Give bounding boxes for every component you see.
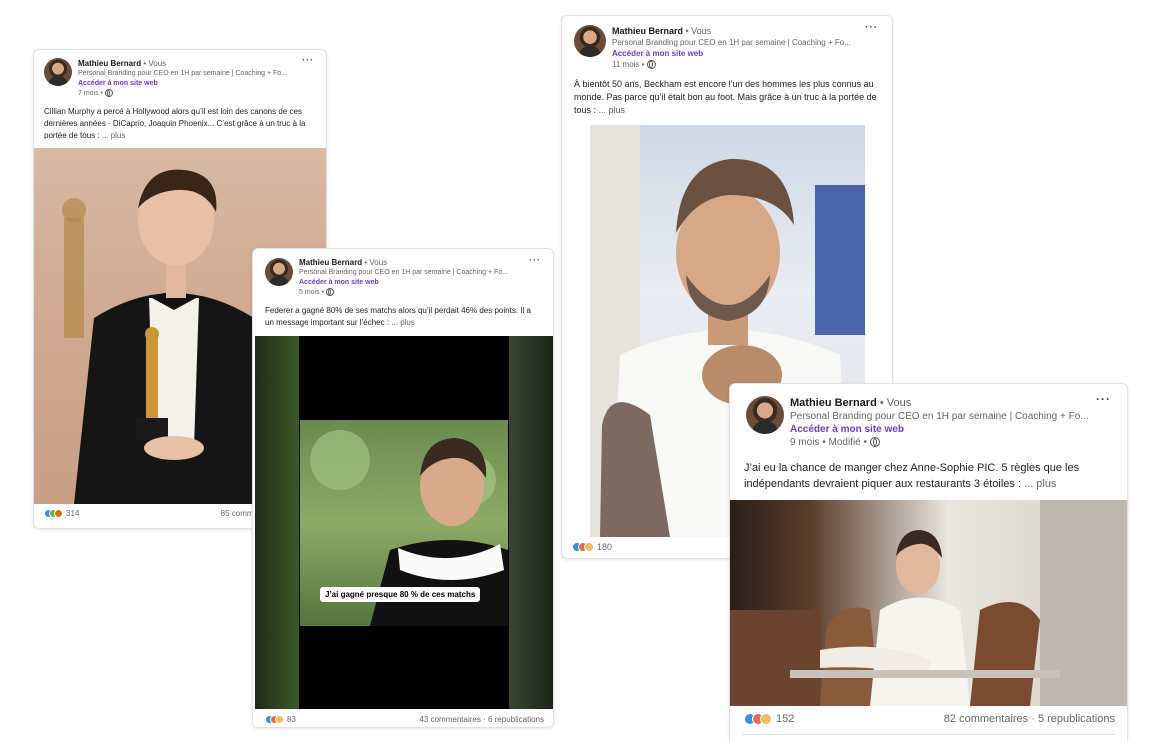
post-text: Federer a gagné 80% de ses matchs alors …: [253, 303, 553, 331]
post-card-pic: Mathieu Bernard • Vous Personal Branding…: [729, 383, 1128, 741]
reactions-icons[interactable]: 180: [572, 542, 612, 552]
more-options-icon[interactable]: ···: [1096, 392, 1111, 406]
footer-divider: [742, 734, 1115, 735]
author-headline: Personal Branding pour CEO en 1H par sem…: [612, 38, 851, 47]
globe-icon: [325, 288, 334, 297]
chef-illustration: [730, 500, 1127, 706]
author-avatar[interactable]: [44, 58, 72, 86]
more-options-icon[interactable]: ···: [865, 22, 878, 33]
globe-icon: [646, 60, 656, 70]
post-card-federer: Mathieu Bernard • Vous Personal Branding…: [252, 248, 554, 728]
post-time: 9 mois • Modifié •: [790, 437, 868, 448]
reaction-count[interactable]: 180: [597, 542, 612, 552]
reaction-count[interactable]: 83: [287, 715, 296, 724]
author-avatar[interactable]: [265, 258, 293, 286]
post-header: Mathieu Bernard • Vous Personal Branding…: [562, 16, 892, 74]
author-name[interactable]: Mathieu Bernard: [790, 397, 877, 409]
insightful-reaction-icon: [275, 715, 284, 724]
author-headline: Personal Branding pour CEO en 1H par sem…: [790, 411, 1089, 422]
see-more-link[interactable]: ... plus: [391, 318, 415, 327]
author-name[interactable]: Mathieu Bernard: [612, 26, 683, 36]
see-more-link[interactable]: ... plus: [599, 105, 626, 115]
post-header: Mathieu Bernard • Vous Personal Branding…: [34, 50, 326, 102]
author-avatar[interactable]: [746, 396, 784, 434]
comments-count[interactable]: 82 commentaires · 5 republications: [944, 713, 1115, 725]
post-text: À bientôt 50 ans, Beckham est encore l’u…: [562, 74, 892, 118]
post-footer: 152 82 commentaires · 5 republications: [730, 706, 1127, 730]
post-video[interactable]: J’ai gagné presque 80 % de ces matchs: [255, 336, 553, 709]
post-time: 7 mois •: [78, 90, 104, 97]
post-header: Mathieu Bernard • Vous Personal Branding…: [253, 249, 553, 303]
reaction-count[interactable]: 314: [66, 509, 79, 518]
website-link[interactable]: Accéder à mon site web: [612, 48, 872, 59]
post-text-body: Cillian Murphy a percé à Hollywood alors…: [44, 107, 306, 140]
see-more-link[interactable]: ... plus: [1024, 478, 1056, 490]
post-header: Mathieu Bernard • Vous Personal Branding…: [730, 384, 1127, 456]
post-image[interactable]: [730, 500, 1127, 706]
insightful-reaction-icon: [584, 542, 594, 552]
you-tag: • Vous: [685, 26, 712, 36]
website-link[interactable]: Accéder à mon site web: [790, 423, 1100, 436]
reactions-icons[interactable]: 314: [44, 509, 79, 518]
see-more-link[interactable]: ... plus: [102, 131, 126, 140]
post-time: 11 mois •: [612, 60, 645, 69]
author-headline: Personal Branding pour CEO en 1H par sem…: [78, 70, 288, 77]
post-time: 5 mois •: [299, 289, 325, 296]
author-headline: Personal Branding pour CEO en 1H par sem…: [299, 269, 509, 276]
post-text: Cillian Murphy a percé à Hollywood alors…: [34, 102, 326, 142]
post-footer: 83 43 commentaires · 6 republications: [253, 709, 553, 727]
globe-icon: [104, 89, 113, 98]
video-caption: J’ai gagné presque 80 % de ces matchs: [320, 587, 481, 602]
reactions-icons[interactable]: 83: [265, 715, 296, 724]
author-name[interactable]: Mathieu Bernard: [78, 59, 141, 68]
support-reaction-icon: [54, 509, 63, 518]
comments-count[interactable]: 43 commentaires · 6 republications: [419, 715, 544, 724]
video-frame: J’ai gagné presque 80 % de ces matchs: [300, 420, 508, 626]
website-link[interactable]: Accéder à mon site web: [299, 278, 535, 288]
more-options-icon[interactable]: ···: [302, 55, 314, 65]
globe-icon: [869, 437, 880, 448]
author-avatar[interactable]: [574, 25, 606, 57]
website-link[interactable]: Accéder à mon site web: [78, 79, 308, 89]
reactions-icons[interactable]: 152: [744, 713, 794, 725]
author-name[interactable]: Mathieu Bernard: [299, 258, 362, 267]
more-options-icon[interactable]: ···: [529, 255, 541, 265]
reaction-count[interactable]: 152: [776, 713, 794, 725]
post-text: J’ai eu la chance de manger chez Anne-So…: [730, 456, 1127, 496]
you-tag: • Vous: [879, 397, 912, 409]
insightful-reaction-icon: [760, 713, 772, 725]
you-tag: • Vous: [364, 258, 388, 267]
you-tag: • Vous: [143, 59, 167, 68]
